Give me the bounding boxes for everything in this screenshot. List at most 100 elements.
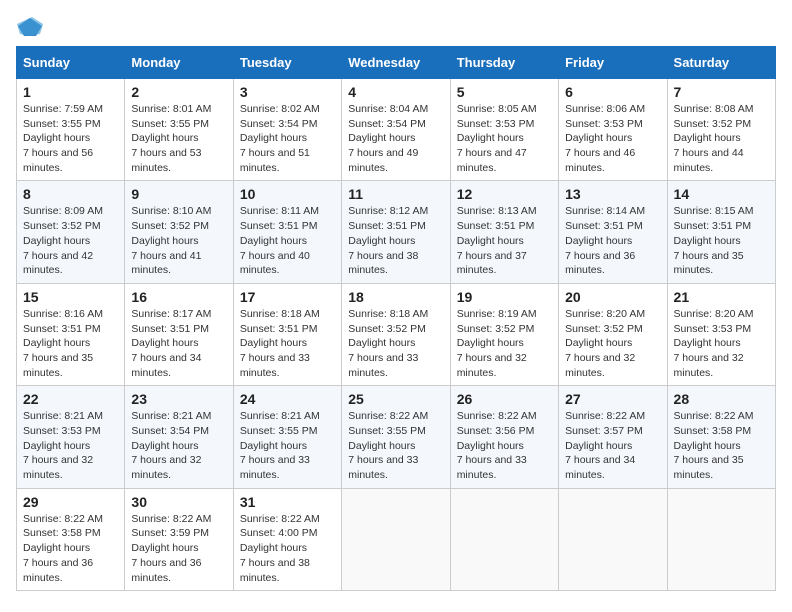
daylight-label: Daylight hours — [348, 440, 415, 452]
daylight-label: Daylight hours — [23, 235, 90, 247]
daylight-value: 7 hours and 38 minutes. — [348, 250, 418, 277]
sunrise-label: Sunrise: 8:22 AM — [457, 410, 537, 422]
day-number: 12 — [457, 186, 552, 202]
weekday-header-row: SundayMondayTuesdayWednesdayThursdayFrid… — [17, 47, 776, 79]
sunset-label: Sunset: 3:51 PM — [23, 323, 101, 335]
sunrise-label: Sunrise: 8:06 AM — [565, 103, 645, 115]
sunrise-label: Sunrise: 8:02 AM — [240, 103, 320, 115]
sunset-label: Sunset: 3:51 PM — [348, 220, 426, 232]
day-number: 25 — [348, 391, 443, 407]
day-number: 4 — [348, 84, 443, 100]
sunrise-label: Sunrise: 8:19 AM — [457, 308, 537, 320]
sunset-label: Sunset: 3:59 PM — [131, 527, 209, 539]
daylight-label: Daylight hours — [565, 440, 632, 452]
daylight-label: Daylight hours — [131, 235, 198, 247]
daylight-label: Daylight hours — [674, 132, 741, 144]
calendar-cell: 11 Sunrise: 8:12 AM Sunset: 3:51 PM Dayl… — [342, 181, 450, 283]
daylight-value: 7 hours and 32 minutes. — [131, 454, 201, 481]
daylight-label: Daylight hours — [23, 337, 90, 349]
daylight-label: Daylight hours — [23, 132, 90, 144]
day-info: Sunrise: 8:15 AM Sunset: 3:51 PM Dayligh… — [674, 204, 769, 277]
day-number: 11 — [348, 186, 443, 202]
sunset-label: Sunset: 3:52 PM — [23, 220, 101, 232]
daylight-label: Daylight hours — [457, 235, 524, 247]
sunset-label: Sunset: 3:55 PM — [348, 425, 426, 437]
day-number: 30 — [131, 494, 226, 510]
sunset-label: Sunset: 3:52 PM — [674, 118, 752, 130]
weekday-header-friday: Friday — [559, 47, 667, 79]
sunrise-label: Sunrise: 8:12 AM — [348, 205, 428, 217]
daylight-label: Daylight hours — [23, 440, 90, 452]
daylight-value: 7 hours and 34 minutes. — [565, 454, 635, 481]
daylight-value: 7 hours and 47 minutes. — [457, 147, 527, 174]
daylight-value: 7 hours and 34 minutes. — [131, 352, 201, 379]
day-number: 13 — [565, 186, 660, 202]
daylight-label: Daylight hours — [457, 337, 524, 349]
calendar-week-row: 29 Sunrise: 8:22 AM Sunset: 3:58 PM Dayl… — [17, 488, 776, 590]
day-info: Sunrise: 8:08 AM Sunset: 3:52 PM Dayligh… — [674, 102, 769, 175]
daylight-value: 7 hours and 46 minutes. — [565, 147, 635, 174]
daylight-label: Daylight hours — [348, 235, 415, 247]
sunset-label: Sunset: 3:55 PM — [240, 425, 318, 437]
sunrise-label: Sunrise: 8:22 AM — [674, 410, 754, 422]
daylight-value: 7 hours and 53 minutes. — [131, 147, 201, 174]
day-info: Sunrise: 8:22 AM Sunset: 3:58 PM Dayligh… — [674, 409, 769, 482]
sunset-label: Sunset: 3:52 PM — [348, 323, 426, 335]
sunrise-label: Sunrise: 8:20 AM — [674, 308, 754, 320]
daylight-label: Daylight hours — [240, 542, 307, 554]
sunset-label: Sunset: 3:58 PM — [23, 527, 101, 539]
daylight-label: Daylight hours — [348, 337, 415, 349]
calendar-cell: 29 Sunrise: 8:22 AM Sunset: 3:58 PM Dayl… — [17, 488, 125, 590]
sunset-label: Sunset: 3:51 PM — [240, 220, 318, 232]
day-number: 10 — [240, 186, 335, 202]
sunset-label: Sunset: 3:55 PM — [23, 118, 101, 130]
sunrise-label: Sunrise: 7:59 AM — [23, 103, 103, 115]
daylight-label: Daylight hours — [565, 235, 632, 247]
day-info: Sunrise: 8:11 AM Sunset: 3:51 PM Dayligh… — [240, 204, 335, 277]
day-number: 15 — [23, 289, 118, 305]
day-info: Sunrise: 8:13 AM Sunset: 3:51 PM Dayligh… — [457, 204, 552, 277]
daylight-label: Daylight hours — [240, 235, 307, 247]
daylight-label: Daylight hours — [348, 132, 415, 144]
sunset-label: Sunset: 3:51 PM — [674, 220, 752, 232]
day-info: Sunrise: 8:01 AM Sunset: 3:55 PM Dayligh… — [131, 102, 226, 175]
daylight-label: Daylight hours — [565, 337, 632, 349]
day-info: Sunrise: 8:05 AM Sunset: 3:53 PM Dayligh… — [457, 102, 552, 175]
day-info: Sunrise: 8:04 AM Sunset: 3:54 PM Dayligh… — [348, 102, 443, 175]
calendar-cell: 2 Sunrise: 8:01 AM Sunset: 3:55 PM Dayli… — [125, 79, 233, 181]
daylight-label: Daylight hours — [457, 132, 524, 144]
daylight-value: 7 hours and 32 minutes. — [23, 454, 93, 481]
sunrise-label: Sunrise: 8:05 AM — [457, 103, 537, 115]
calendar-week-row: 8 Sunrise: 8:09 AM Sunset: 3:52 PM Dayli… — [17, 181, 776, 283]
day-info: Sunrise: 8:12 AM Sunset: 3:51 PM Dayligh… — [348, 204, 443, 277]
weekday-header-monday: Monday — [125, 47, 233, 79]
day-number: 6 — [565, 84, 660, 100]
sunrise-label: Sunrise: 8:22 AM — [23, 513, 103, 525]
sunrise-label: Sunrise: 8:22 AM — [348, 410, 428, 422]
sunrise-label: Sunrise: 8:22 AM — [131, 513, 211, 525]
sunrise-label: Sunrise: 8:21 AM — [23, 410, 103, 422]
day-info: Sunrise: 8:22 AM Sunset: 3:58 PM Dayligh… — [23, 512, 118, 585]
daylight-value: 7 hours and 40 minutes. — [240, 250, 310, 277]
calendar-cell: 15 Sunrise: 8:16 AM Sunset: 3:51 PM Dayl… — [17, 283, 125, 385]
day-number: 19 — [457, 289, 552, 305]
daylight-label: Daylight hours — [240, 337, 307, 349]
sunset-label: Sunset: 3:53 PM — [565, 118, 643, 130]
day-info: Sunrise: 8:14 AM Sunset: 3:51 PM Dayligh… — [565, 204, 660, 277]
calendar-cell: 27 Sunrise: 8:22 AM Sunset: 3:57 PM Dayl… — [559, 386, 667, 488]
day-info: Sunrise: 8:02 AM Sunset: 3:54 PM Dayligh… — [240, 102, 335, 175]
calendar-cell: 4 Sunrise: 8:04 AM Sunset: 3:54 PM Dayli… — [342, 79, 450, 181]
day-info: Sunrise: 8:20 AM Sunset: 3:52 PM Dayligh… — [565, 307, 660, 380]
day-number: 22 — [23, 391, 118, 407]
sunset-label: Sunset: 3:51 PM — [240, 323, 318, 335]
day-info: Sunrise: 8:18 AM Sunset: 3:52 PM Dayligh… — [348, 307, 443, 380]
sunrise-label: Sunrise: 8:22 AM — [565, 410, 645, 422]
day-info: Sunrise: 8:22 AM Sunset: 3:57 PM Dayligh… — [565, 409, 660, 482]
calendar-cell: 17 Sunrise: 8:18 AM Sunset: 3:51 PM Dayl… — [233, 283, 341, 385]
sunset-label: Sunset: 3:51 PM — [565, 220, 643, 232]
calendar-cell — [450, 488, 558, 590]
calendar-cell: 21 Sunrise: 8:20 AM Sunset: 3:53 PM Dayl… — [667, 283, 775, 385]
weekday-header-thursday: Thursday — [450, 47, 558, 79]
daylight-value: 7 hours and 38 minutes. — [240, 557, 310, 584]
daylight-value: 7 hours and 35 minutes. — [23, 352, 93, 379]
